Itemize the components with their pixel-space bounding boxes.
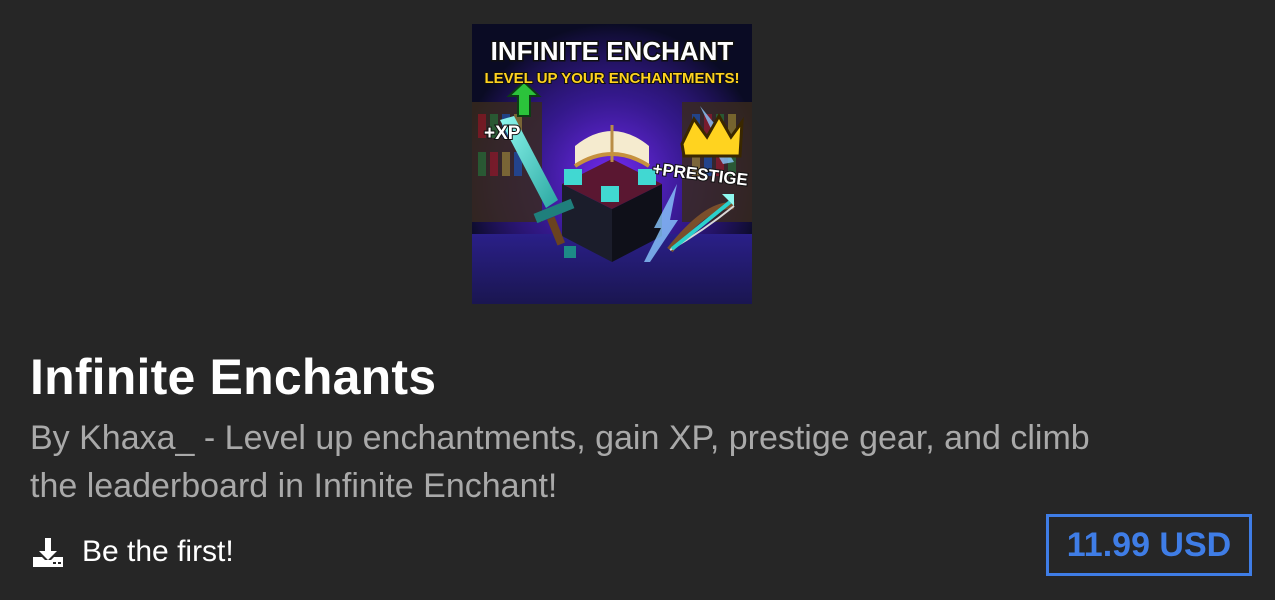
- downloads-status: Be the first!: [30, 528, 234, 576]
- price-button[interactable]: 11.99 USD: [1046, 514, 1252, 576]
- product-thumbnail[interactable]: INFINITE ENCHANT LEVEL UP YOUR ENCHANTME…: [472, 24, 752, 304]
- thumbnail-xp-label: +XP: [484, 123, 521, 144]
- downloads-label: Be the first!: [82, 535, 234, 568]
- enchanting-table: [562, 125, 662, 262]
- product-title: Infinite Enchants: [30, 349, 437, 405]
- download-icon: [30, 534, 66, 570]
- thumbnail-art: INFINITE ENCHANT LEVEL UP YOUR ENCHANTME…: [472, 24, 752, 304]
- product-description: By Khaxa_ - Level up enchantments, gain …: [30, 419, 1090, 505]
- thumbnail-subheadline: LEVEL UP YOUR ENCHANTMENTS!: [484, 70, 739, 87]
- thumbnail-headline: INFINITE ENCHANT: [491, 36, 734, 66]
